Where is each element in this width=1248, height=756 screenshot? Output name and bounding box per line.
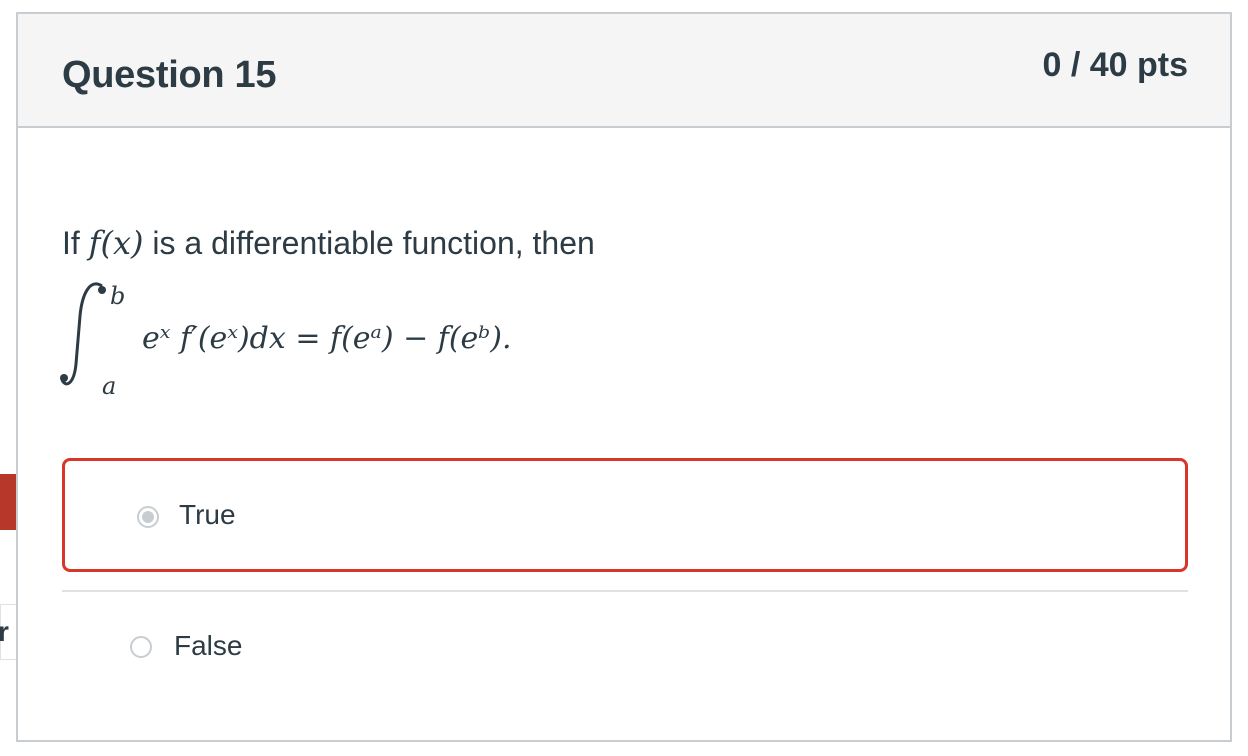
answer-option-false[interactable]: False — [62, 590, 1188, 704]
integral-upper-limit: b — [110, 282, 125, 310]
answer-option-true[interactable]: True — [62, 458, 1188, 572]
question-text-prefix: If — [62, 225, 89, 261]
question-title: Question 15 — [62, 54, 277, 96]
question-text: If f(x) is a differentiable function, th… — [62, 224, 595, 262]
question-points: 0 / 40 pts — [1042, 46, 1188, 84]
integral-equation: b a eˣ f′(eˣ)dx = f(eᵃ) − f(eᵇ). — [60, 276, 762, 406]
integral-sign-icon — [60, 282, 103, 386]
question-text-suffix: is a differentiable function, then — [143, 225, 595, 261]
radio-checked-icon[interactable] — [137, 506, 159, 528]
question-header: Question 15 0 / 40 pts — [18, 14, 1230, 128]
answer-label-false: False — [174, 630, 243, 661]
radio-unchecked-icon[interactable] — [130, 636, 152, 658]
answer-label-true: True — [179, 499, 236, 530]
question-function: f(x) — [88, 224, 144, 262]
integral-formula: b a eˣ f′(eˣ)dx = f(eᵃ) − f(eᵇ). — [60, 282, 512, 400]
integral-lower-limit: a — [102, 372, 116, 400]
correct-flag-text: r — [0, 616, 9, 647]
question-card: Question 15 0 / 40 pts If f(x) is a diff… — [16, 12, 1232, 742]
integral-expression: eˣ f′(eˣ)dx = f(eᵃ) − f(eᵇ). — [142, 321, 512, 356]
